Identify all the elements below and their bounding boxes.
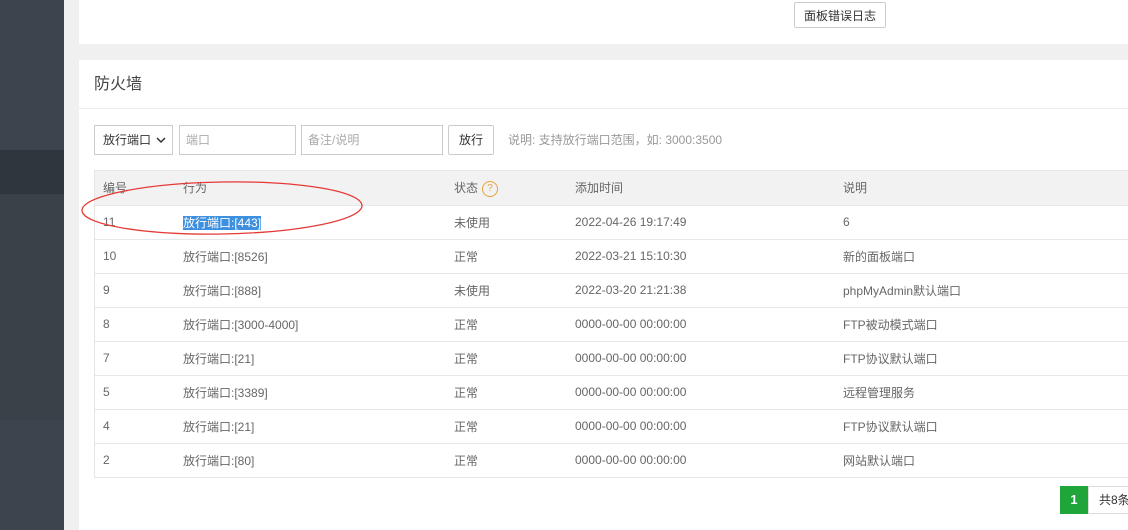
rule-action: 放行端口:[21]: [183, 351, 255, 366]
rule-status[interactable]: 正常: [446, 341, 567, 375]
table-row[interactable]: 10 放行端口:[8526] 正常 2022-03-21 15:10:30 新的…: [95, 239, 1128, 273]
rule-id: 9: [103, 283, 110, 297]
rule-id: 10: [103, 249, 117, 263]
col-header-status-label: 状态: [454, 180, 479, 195]
rule-note[interactable]: FTP协议默认端口: [835, 341, 1128, 375]
note-input[interactable]: 备注/说明: [301, 125, 443, 155]
rule-status[interactable]: 正常: [446, 443, 567, 477]
allow-port-button[interactable]: 放行: [448, 125, 494, 155]
rule-note[interactable]: 远程管理服务: [835, 375, 1128, 409]
rule-id: 11: [103, 215, 116, 229]
firewall-card: 防火墙 放行端口 端口 备注/说明 放行 说明: 支持放行端口范围，如: 300…: [79, 60, 1128, 530]
panel-settings-card: 面板错误日志: [79, 0, 1128, 44]
rule-time: 0000-00-00 00:00:00: [575, 453, 687, 468]
port-input-placeholder: 端口: [186, 133, 211, 147]
rule-time: 0000-00-00 00:00:00: [575, 351, 687, 365]
rule-note[interactable]: 新的面板端口: [835, 239, 1128, 273]
sidebar-section: [0, 194, 64, 420]
rule-status[interactable]: 正常: [446, 375, 567, 409]
rule-status[interactable]: 正常: [446, 409, 567, 443]
rule-type-select[interactable]: 放行端口: [94, 125, 173, 155]
sidebar-section-lower: [0, 420, 64, 530]
port-range-hint: 说明: 支持放行端口范围，如: 3000:3500: [508, 133, 723, 147]
rule-action: 放行端口:[443]: [175, 205, 446, 239]
rule-time: 2022-03-20 21:21:38: [575, 283, 687, 297]
rule-status[interactable]: 正常: [446, 307, 567, 341]
rule-time: 0000-00-00 00:00:00: [575, 385, 687, 399]
table-row[interactable]: 8 放行端口:[3000-4000] 正常 0000-00-00 00:00:0…: [95, 307, 1128, 341]
rule-id: 4: [103, 419, 110, 433]
rule-id: 7: [103, 351, 110, 365]
port-input[interactable]: 端口: [179, 125, 296, 155]
col-header-time: 添加时间: [575, 181, 624, 196]
rule-status[interactable]: 正常: [446, 239, 567, 273]
table-row[interactable]: 5 放行端口:[3389] 正常 0000-00-00 00:00:00 远程管…: [95, 375, 1128, 409]
rule-action: 放行端口:[888]: [183, 283, 262, 298]
rule-note[interactable]: FTP协议默认端口: [835, 409, 1128, 443]
rule-time: 0000-00-00 00:00:00: [575, 419, 687, 433]
col-header-note: 说明: [843, 181, 868, 196]
rule-note[interactable]: 网站默认端口: [835, 443, 1128, 477]
firewall-title: 防火墙: [79, 60, 1128, 109]
rule-action: 放行端口:[3000-4000]: [183, 317, 299, 332]
rule-id: 8: [103, 317, 110, 331]
table-row[interactable]: 7 放行端口:[21] 正常 0000-00-00 00:00:00 FTP协议…: [95, 341, 1128, 375]
rule-time: 2022-03-21 15:10:30: [575, 249, 687, 263]
panel-error-log-button[interactable]: 面板错误日志: [794, 2, 886, 28]
table-row[interactable]: 9 放行端口:[888] 未使用 2022-03-20 21:21:38 php…: [95, 273, 1128, 307]
rule-note[interactable]: 6: [835, 205, 1128, 239]
rule-action: 放行端口:[8526]: [183, 249, 268, 264]
rule-note[interactable]: FTP被动模式端口: [835, 307, 1128, 341]
rule-action-text-selected[interactable]: 放行端口:[443]: [183, 215, 262, 230]
sidebar-active-item[interactable]: [0, 150, 64, 194]
col-header-action: 行为: [183, 181, 208, 196]
sidebar: [0, 0, 64, 530]
pagination-current-page[interactable]: 1: [1060, 486, 1088, 514]
pagination-total: 共8条: [1088, 486, 1128, 514]
note-input-placeholder: 备注/说明: [308, 133, 360, 147]
table-row[interactable]: 11 放行端口:[443] 未使用 2022-04-26 19:17:49 6: [95, 205, 1128, 239]
rule-action: 放行端口:[3389]: [183, 385, 268, 400]
rule-action: 放行端口:[21]: [183, 419, 255, 434]
col-header-id: 编号: [103, 181, 128, 196]
rule-note[interactable]: phpMyAdmin默认端口: [835, 273, 1128, 307]
table-header-row: 编号 行为 状态? 添加时间 说明: [95, 171, 1128, 205]
table-row[interactable]: 4 放行端口:[21] 正常 0000-00-00 00:00:00 FTP协议…: [95, 409, 1128, 443]
rule-status[interactable]: 未使用: [446, 205, 567, 239]
rule-action: 放行端口:[80]: [183, 453, 255, 468]
rule-type-value: 放行端口: [103, 133, 152, 147]
col-header-status: 状态?: [446, 171, 567, 205]
rule-id: 2: [103, 453, 110, 468]
help-question-icon[interactable]: ?: [482, 180, 499, 197]
rule-status[interactable]: 未使用: [446, 273, 567, 307]
firewall-rules-table: 编号 行为 状态? 添加时间 说明 11 放行端口:[443] 未使用 2022…: [94, 170, 1128, 478]
rule-time: 0000-00-00 00:00:00: [575, 317, 687, 331]
rule-id: 5: [103, 385, 110, 399]
rule-time: 2022-04-26 19:17:49: [575, 215, 687, 229]
chevron-down-icon: [156, 137, 166, 144]
table-row[interactable]: 2 放行端口:[80] 正常 0000-00-00 00:00:00 网站默认端…: [95, 443, 1128, 477]
